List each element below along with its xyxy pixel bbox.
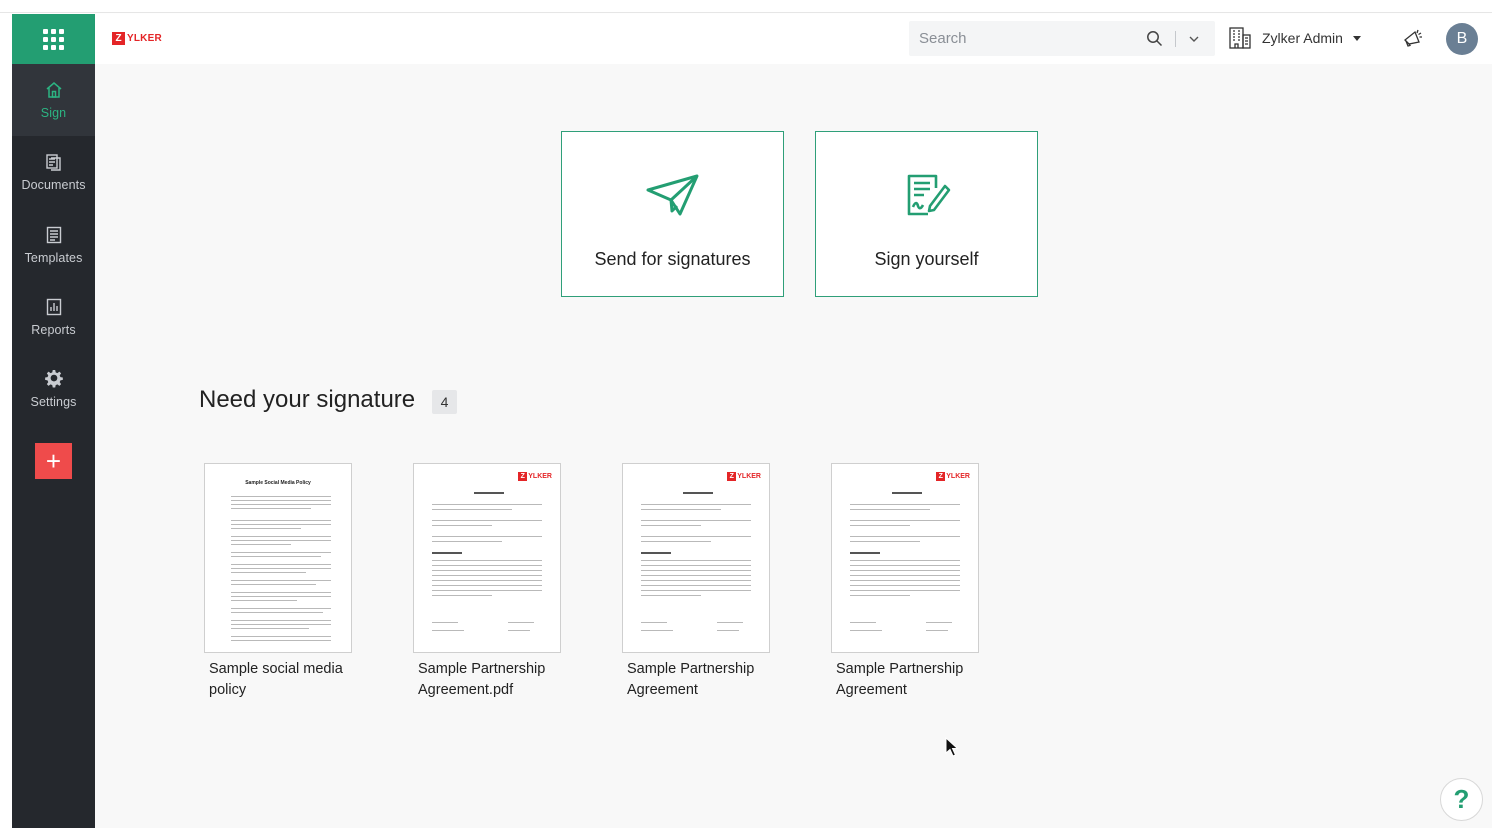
search-divider [1175, 31, 1176, 47]
announcement-icon[interactable] [1401, 27, 1425, 51]
chevron-down-icon[interactable] [1188, 33, 1200, 45]
search-icon[interactable] [1146, 30, 1163, 47]
sign-yourself-card[interactable]: Sign yourself [815, 131, 1038, 297]
avatar-initial: B [1456, 30, 1468, 47]
count-badge: 4 [432, 390, 457, 414]
mouse-cursor-icon [945, 737, 959, 757]
window-left-edge [0, 13, 12, 828]
sidebar-item-label: Settings [30, 395, 77, 409]
action-card-label: Sign yourself [874, 249, 979, 269]
paper-plane-icon [646, 174, 699, 216]
sidebar-item-templates[interactable]: Templates [12, 209, 95, 281]
gear-icon [44, 369, 63, 388]
section-title: Need your signature [199, 386, 416, 413]
sidebar-item-settings[interactable]: Settings [12, 353, 95, 425]
document-card[interactable]: Sample Social Media Policy Sample social… [204, 463, 352, 701]
thumbnail-logo: Z YLKER [936, 472, 970, 481]
thumbnail-logo: Z YLKER [518, 472, 552, 481]
thumbnail-heading: Sample Social Media Policy [245, 480, 311, 486]
sidebar-item-sign[interactable]: Sign [12, 64, 95, 136]
sidebar: Sign Documents Templates Reports Setting… [12, 14, 95, 828]
avatar[interactable]: B [1446, 23, 1478, 55]
organization-name: Zylker Admin [1262, 30, 1343, 46]
reports-icon [46, 298, 61, 316]
templates-icon [46, 226, 61, 244]
app-switcher-button[interactable] [12, 14, 95, 64]
organization-switcher[interactable]: Zylker Admin [1228, 26, 1361, 50]
document-name[interactable]: Sample Partnership Agreement.pdf [413, 659, 563, 701]
document-name[interactable]: Sample Partnership Agreement [622, 659, 772, 701]
document-thumbnail[interactable]: Z YLKER [622, 463, 770, 653]
document-thumbnail[interactable]: Z YLKER [413, 463, 561, 653]
zylker-logo[interactable]: Z YLKER [112, 32, 162, 45]
document-card[interactable]: Z YLKER [622, 463, 770, 701]
logo-word: YLKER [127, 33, 162, 44]
document-name[interactable]: Sample social media policy [204, 659, 354, 701]
search-input[interactable]: Search [919, 30, 967, 47]
sidebar-item-label: Reports [31, 323, 76, 337]
caret-down-icon [1352, 35, 1361, 41]
document-thumbnail[interactable]: Sample Social Media Policy [204, 463, 352, 653]
main-content: Send for signatures Sign yourself Need y… [95, 64, 1492, 828]
sidebar-item-label: Templates [24, 251, 83, 265]
window-top-edge [0, 0, 1492, 13]
building-icon [1229, 27, 1251, 49]
home-icon [46, 82, 61, 98]
sign-document-icon [907, 174, 951, 216]
search-bar[interactable]: Search [909, 21, 1215, 56]
question-icon: ? [1453, 784, 1470, 814]
app-window: Sign Documents Templates Reports Setting… [0, 0, 1492, 828]
top-header: Z YLKER Search Zylker Admin B [95, 14, 1492, 64]
sidebar-item-reports[interactable]: Reports [12, 281, 95, 353]
action-card-label: Send for signatures [594, 249, 751, 269]
create-new-button[interactable]: + [35, 443, 72, 479]
plus-icon: + [45, 445, 62, 476]
sidebar-item-label: Sign [40, 106, 67, 120]
sidebar-item-label: Documents [21, 178, 86, 192]
send-for-signatures-card[interactable]: Send for signatures [561, 131, 784, 297]
document-thumbnail[interactable]: Z YLKER [831, 463, 979, 653]
documents-icon [45, 154, 61, 171]
logo-mark: Z [112, 32, 125, 45]
sidebar-item-documents[interactable]: Documents [12, 136, 95, 208]
document-card[interactable]: Z YLKER [831, 463, 979, 701]
document-card[interactable]: Z YLKER [413, 463, 561, 701]
thumbnail-logo: Z YLKER [727, 472, 761, 481]
grid-icon [43, 28, 64, 50]
document-name[interactable]: Sample Partnership Agreement [831, 659, 981, 701]
help-button[interactable]: ? [1440, 778, 1483, 821]
